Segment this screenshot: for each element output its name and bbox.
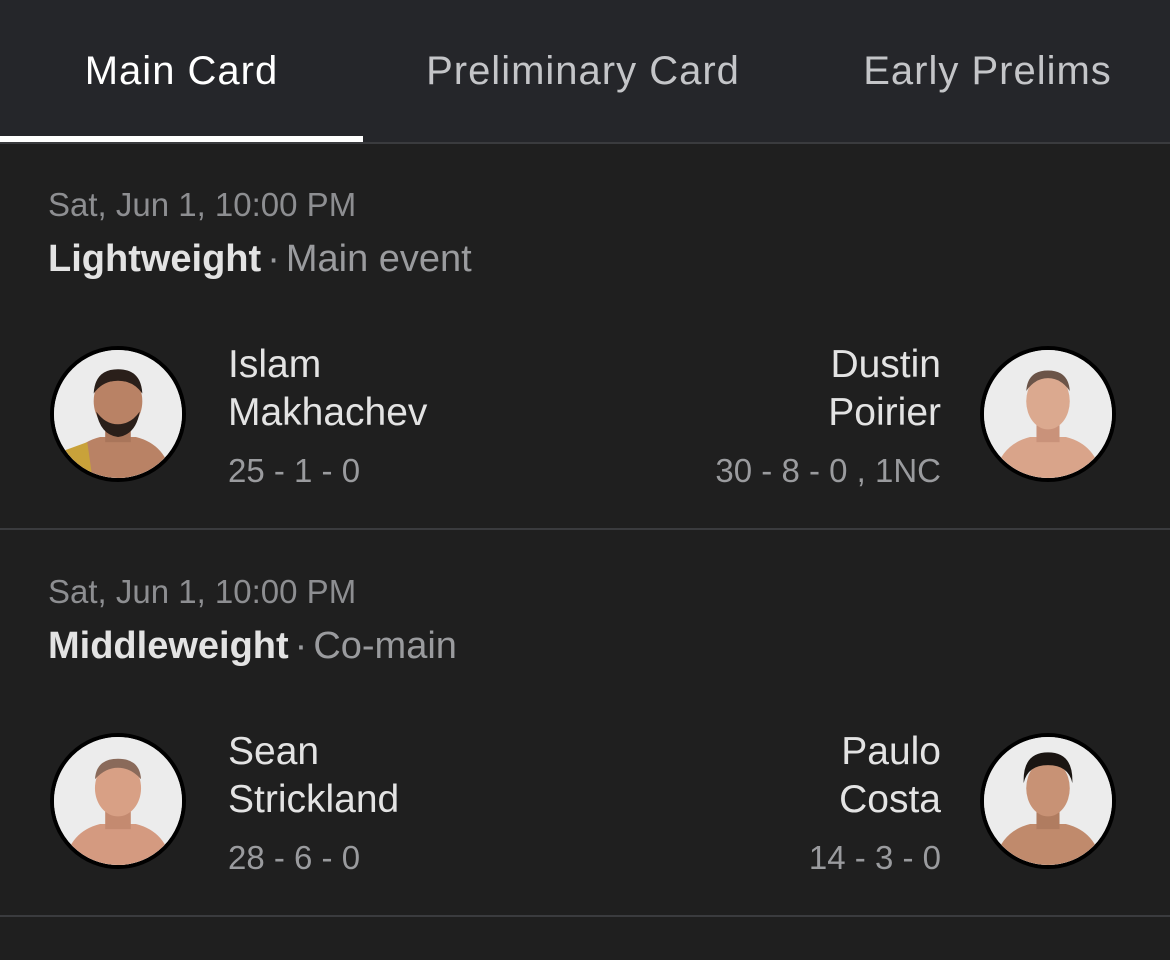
fighter-last-name: Poirier [828,391,941,434]
fighter-headshot-icon [50,346,186,482]
card-tabbar: Main Card Preliminary Card Early Prelims [0,0,1170,144]
fighter-name-right: Dustin Poirier [828,341,941,437]
fighter-name-right: Paulo Costa [839,728,941,824]
fight-datetime: Sat, Jun 1, 10:00 PM [48,186,357,223]
fighter-first-name: Paulo [841,730,941,773]
fight-datetime: Sat, Jun 1, 10:00 PM [48,573,357,610]
fighter-record-right: 14 - 3 - 0 [808,839,941,876]
fighter-record-left: 25 - 1 - 0 [228,452,361,489]
active-tab-indicator [0,136,363,142]
fighter-first-name: Islam [228,343,322,386]
tab-early-prelims[interactable]: Early Prelims [830,0,1145,142]
fighter-name-left: Islam Makhachev [228,341,427,437]
fight-row-main-event[interactable]: Sat, Jun 1, 10:00 PM Lightweight · Main ev… [0,144,1170,530]
tab-preliminary-card[interactable]: Preliminary Card [383,0,783,142]
bout-slot: Co-main [313,625,457,667]
fighter-name-left: Sean Strickland [228,728,399,824]
fighter-headshot-icon [980,733,1116,869]
fighter-last-name: Strickland [228,778,400,821]
fighter-headshot-icon [980,346,1116,482]
fighter-first-name: Dustin [830,343,941,386]
bout-slot: Main event [285,238,472,280]
weight-class: Lightweight [48,238,262,280]
fight-division-line: Lightweight · Main event [48,238,472,281]
fighter-last-name: Makhachev [228,391,428,434]
fight-row-co-main[interactable]: Sat, Jun 1, 10:00 PM Middleweight · Co-mai… [0,531,1170,917]
fighter-first-name: Sean [228,730,320,773]
fighter-last-name: Costa [839,778,941,821]
separator-dot: · [294,625,308,667]
fighter-headshot-icon [50,733,186,869]
tab-main-card[interactable]: Main Card [0,0,363,142]
fight-division-line: Middleweight · Co-main [48,625,457,668]
weight-class: Middleweight [48,625,289,667]
fighter-record-left: 28 - 6 - 0 [228,839,361,876]
separator-dot: · [267,238,280,280]
fighter-record-right: 30 - 8 - 0 , 1NC [715,452,941,489]
